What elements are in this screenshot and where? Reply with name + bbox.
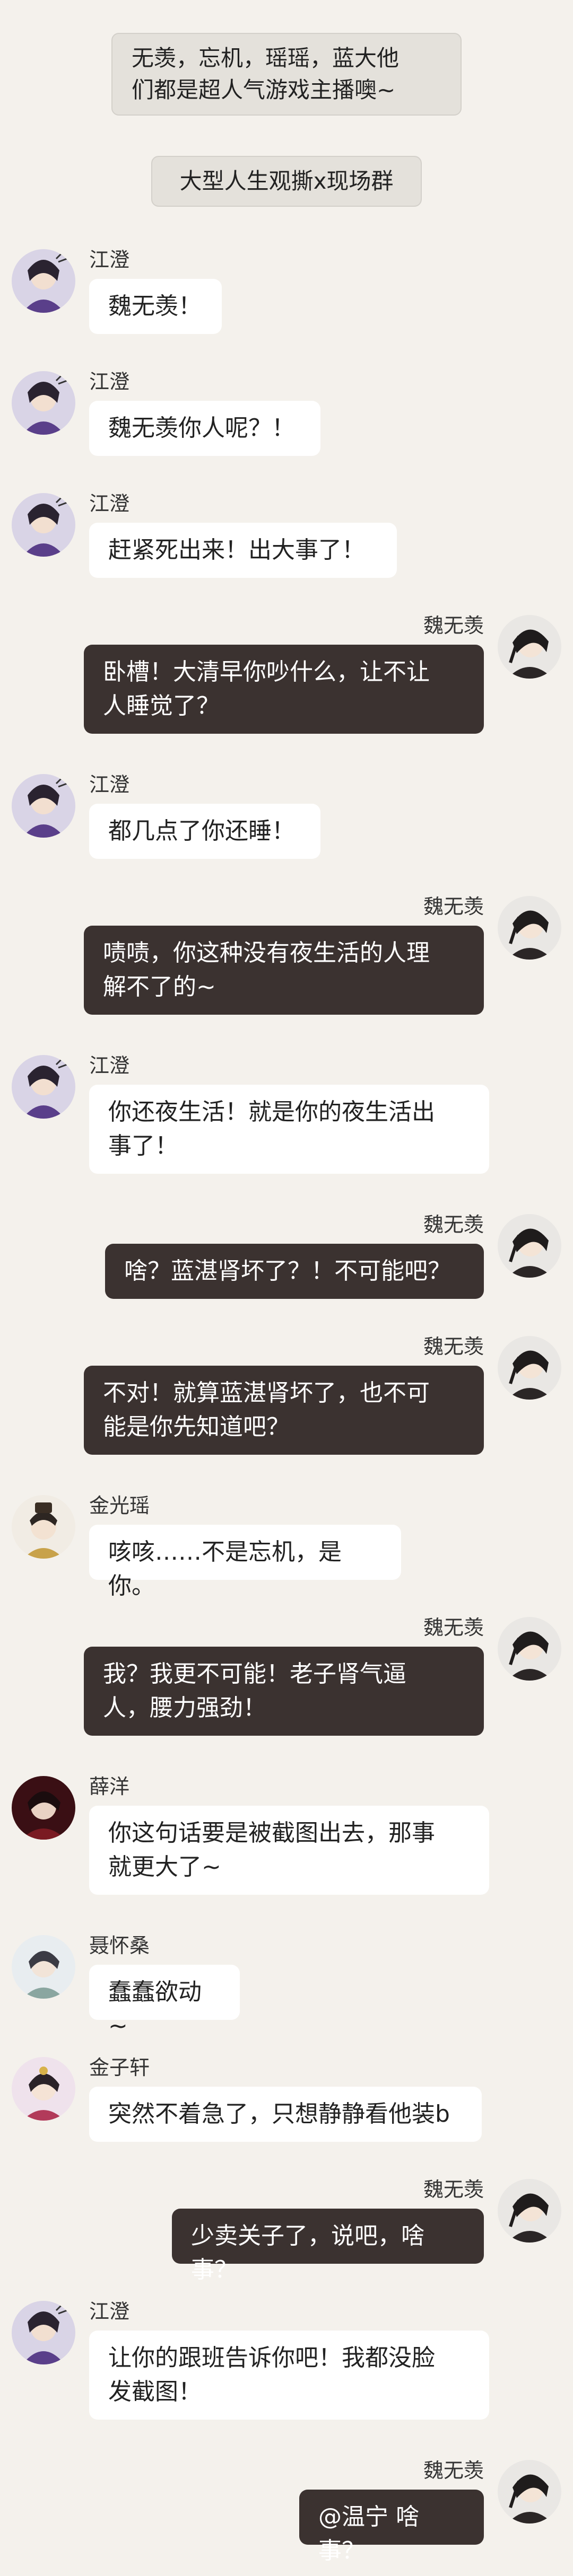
jinzixuan-avatar[interactable]	[12, 2057, 75, 2121]
sender-name: 薛洋	[89, 1775, 130, 1798]
sender-name: 魏无羡	[423, 614, 484, 637]
jiangcheng-avatar[interactable]	[12, 493, 75, 557]
jiangcheng-avatar[interactable]	[12, 371, 75, 435]
sender-name: 江澄	[89, 492, 130, 515]
message-bubble[interactable]: 让你的跟班告诉你吧！我都没脸 发截图！	[89, 2331, 489, 2420]
weiwuxian-avatar[interactable]	[498, 896, 561, 960]
weiwuxian-avatar[interactable]	[498, 1336, 561, 1400]
message-bubble[interactable]: 蠢蠢欲动~	[89, 1965, 240, 2039]
jinguangyao-avatar[interactable]	[12, 1495, 75, 1559]
message-bubble[interactable]: @温宁 啥事？	[299, 2490, 484, 2564]
message-bubble[interactable]: 魏无羡！	[89, 279, 222, 334]
message-bubble[interactable]: 赶紧死出来！出大事了！	[89, 523, 397, 578]
xueyang-avatar[interactable]	[12, 1776, 75, 1840]
weiwuxian-avatar[interactable]	[498, 2179, 561, 2243]
message-bubble[interactable]: 不对！就算蓝湛肾坏了，也不可 能是你先知道吧？	[84, 1366, 484, 1455]
welcome-notice: 无羡，忘机，瑶瑶，蓝大他 们都是超人气游戏主播噢~	[111, 33, 462, 116]
sender-name: 魏无羡	[423, 895, 484, 918]
jiangcheng-avatar[interactable]	[12, 774, 75, 838]
message-bubble[interactable]: 都几点了你还睡！	[89, 804, 320, 859]
sender-name: 魏无羡	[423, 1335, 484, 1358]
sender-name: 江澄	[89, 773, 130, 796]
sender-name: 金子轩	[89, 2056, 150, 2079]
sender-name: 聂怀桑	[89, 1934, 150, 1957]
sender-name: 魏无羡	[423, 1616, 484, 1639]
sender-name: 江澄	[89, 370, 130, 393]
message-bubble[interactable]: 突然不着急了，只想静静看他装b	[89, 2087, 482, 2142]
message-bubble[interactable]: 啧啧，你这种没有夜生活的人理 解不了的~	[84, 926, 484, 1015]
weiwuxian-avatar[interactable]	[498, 2460, 561, 2524]
message-bubble[interactable]: 少卖关子了，说吧，啥事？	[172, 2209, 484, 2283]
message-bubble[interactable]: 我？我更不可能！老子肾气逼 人，腰力强劲！	[84, 1647, 484, 1736]
weiwuxian-avatar[interactable]	[498, 1214, 561, 1278]
group-name-notice: 大型人生观撕x现场群	[151, 156, 422, 207]
sender-name: 江澄	[89, 2300, 130, 2323]
message-bubble[interactable]: 卧槽！大清早你吵什么，让不让 人睡觉了？	[84, 645, 484, 734]
message-bubble[interactable]: 咳咳……不是忘机，是你。	[89, 1525, 401, 1599]
sender-name: 魏无羡	[423, 2459, 484, 2482]
sender-name: 魏无羡	[423, 2178, 484, 2201]
jiangcheng-avatar[interactable]	[12, 2301, 75, 2364]
message-bubble[interactable]: 魏无羡你人呢？！	[89, 401, 320, 456]
jiangcheng-avatar[interactable]	[12, 249, 75, 313]
sender-name: 金光瑶	[89, 1494, 150, 1517]
message-bubble[interactable]: 你这句话要是被截图出去，那事 就更大了~	[89, 1806, 489, 1895]
weiwuxian-avatar[interactable]	[498, 1617, 561, 1681]
sender-name: 魏无羡	[423, 1213, 484, 1236]
message-bubble[interactable]: 啥？蓝湛肾坏了？！不可能吧？	[105, 1244, 484, 1299]
sender-name: 江澄	[89, 1054, 130, 1077]
niehuaisang-avatar[interactable]	[12, 1935, 75, 1999]
jiangcheng-avatar[interactable]	[12, 1055, 75, 1119]
sender-name: 江澄	[89, 248, 130, 271]
message-bubble[interactable]: 你还夜生活！就是你的夜生活出 事了！	[89, 1085, 489, 1174]
weiwuxian-avatar[interactable]	[498, 615, 561, 679]
